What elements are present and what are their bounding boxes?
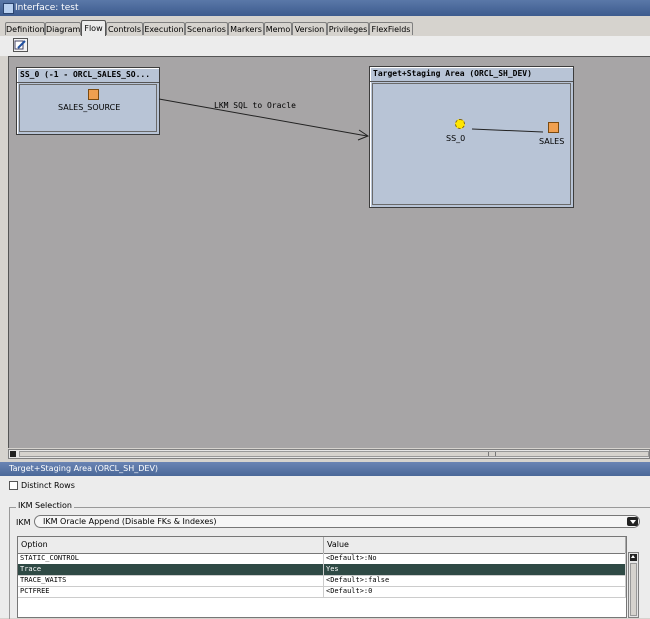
value-cell[interactable]: <Default>:No <box>324 553 626 564</box>
value-cell[interactable]: Yes <box>324 564 626 575</box>
scroll-grip-icon <box>488 452 496 456</box>
target-staging-box[interactable]: Target+Staging Area (ORCL_SH_DEV) SS_0 S… <box>369 66 574 208</box>
ikm-options-table: Option Value STATIC_CONTROL <Default>:No… <box>17 536 627 618</box>
tab-definition[interactable]: Definition <box>5 22 45 35</box>
scroll-left-icon[interactable] <box>10 451 16 457</box>
ikm-select-value: IKM Oracle Append (Disable FKs & Indexes… <box>43 517 217 526</box>
option-cell: TRACE_WAITS <box>18 575 324 586</box>
tab-flexfields[interactable]: FlexFields <box>369 22 413 35</box>
table-scroll-thumb[interactable] <box>630 563 637 616</box>
tab-diagram[interactable]: Diagram <box>45 22 81 35</box>
target-datastore-icon <box>548 122 559 133</box>
tab-scenarios[interactable]: Scenarios <box>185 22 228 35</box>
tab-privileges[interactable]: Privileges <box>327 22 369 35</box>
edit-icon <box>14 40 26 50</box>
target-staging-title: Target+Staging Area (ORCL_SH_DEV) <box>370 67 573 82</box>
target-datastore-label[interactable]: SALES <box>539 137 564 146</box>
distinct-rows-label: Distinct Rows <box>21 481 75 490</box>
ikm-selection-label: IKM Selection <box>16 501 74 510</box>
ikm-label: IKM <box>16 518 31 527</box>
column-header-option[interactable]: Option <box>18 537 324 553</box>
distinct-rows-checkbox[interactable] <box>9 481 18 490</box>
tab-controls[interactable]: Controls <box>106 22 143 35</box>
option-cell: PCTFREE <box>18 586 324 597</box>
lkm-label[interactable]: LKM SQL to Oracle <box>214 101 296 110</box>
tab-markers[interactable]: Markers <box>228 22 264 35</box>
window-titlebar: Interface: test <box>0 0 650 16</box>
ikm-select[interactable]: IKM Oracle Append (Disable FKs & Indexes… <box>34 515 640 528</box>
option-cell: Trace <box>18 564 324 575</box>
interface-icon <box>3 3 14 14</box>
properties-panel-title: Target+Staging Area (ORCL_SH_DEV) <box>0 462 650 476</box>
option-cell: STATIC_CONTROL <box>18 553 324 564</box>
tab-version[interactable]: Version <box>292 22 327 35</box>
flow-canvas[interactable]: SS_0 (-1 - ORCL_SALES_SO... SALES_SOURCE… <box>8 56 650 448</box>
chevron-down-icon[interactable] <box>627 517 638 526</box>
tab-execution[interactable]: Execution <box>143 22 185 35</box>
tab-bar: Definition Diagram Flow Controls Executi… <box>0 16 650 37</box>
scroll-thumb[interactable] <box>19 451 649 457</box>
table-header: Option Value <box>18 537 626 554</box>
value-cell[interactable]: <Default>:false <box>324 575 626 586</box>
canvas-horizontal-scrollbar[interactable] <box>8 449 650 459</box>
tab-flow[interactable]: Flow <box>81 20 106 36</box>
toolbar <box>0 36 650 56</box>
value-cell[interactable]: <Default>:0 <box>324 586 626 597</box>
scroll-up-icon[interactable] <box>630 554 637 561</box>
column-header-value[interactable]: Value <box>324 537 626 553</box>
edit-button[interactable] <box>13 38 28 52</box>
tab-memo[interactable]: Memo <box>264 22 292 35</box>
table-vertical-scrollbar[interactable] <box>628 552 639 618</box>
window-title: Interface: test <box>15 3 79 13</box>
target-staging-body: SS_0 SALES <box>372 83 571 205</box>
table-row[interactable]: PCTFREE <Default>:0 <box>18 586 626 598</box>
